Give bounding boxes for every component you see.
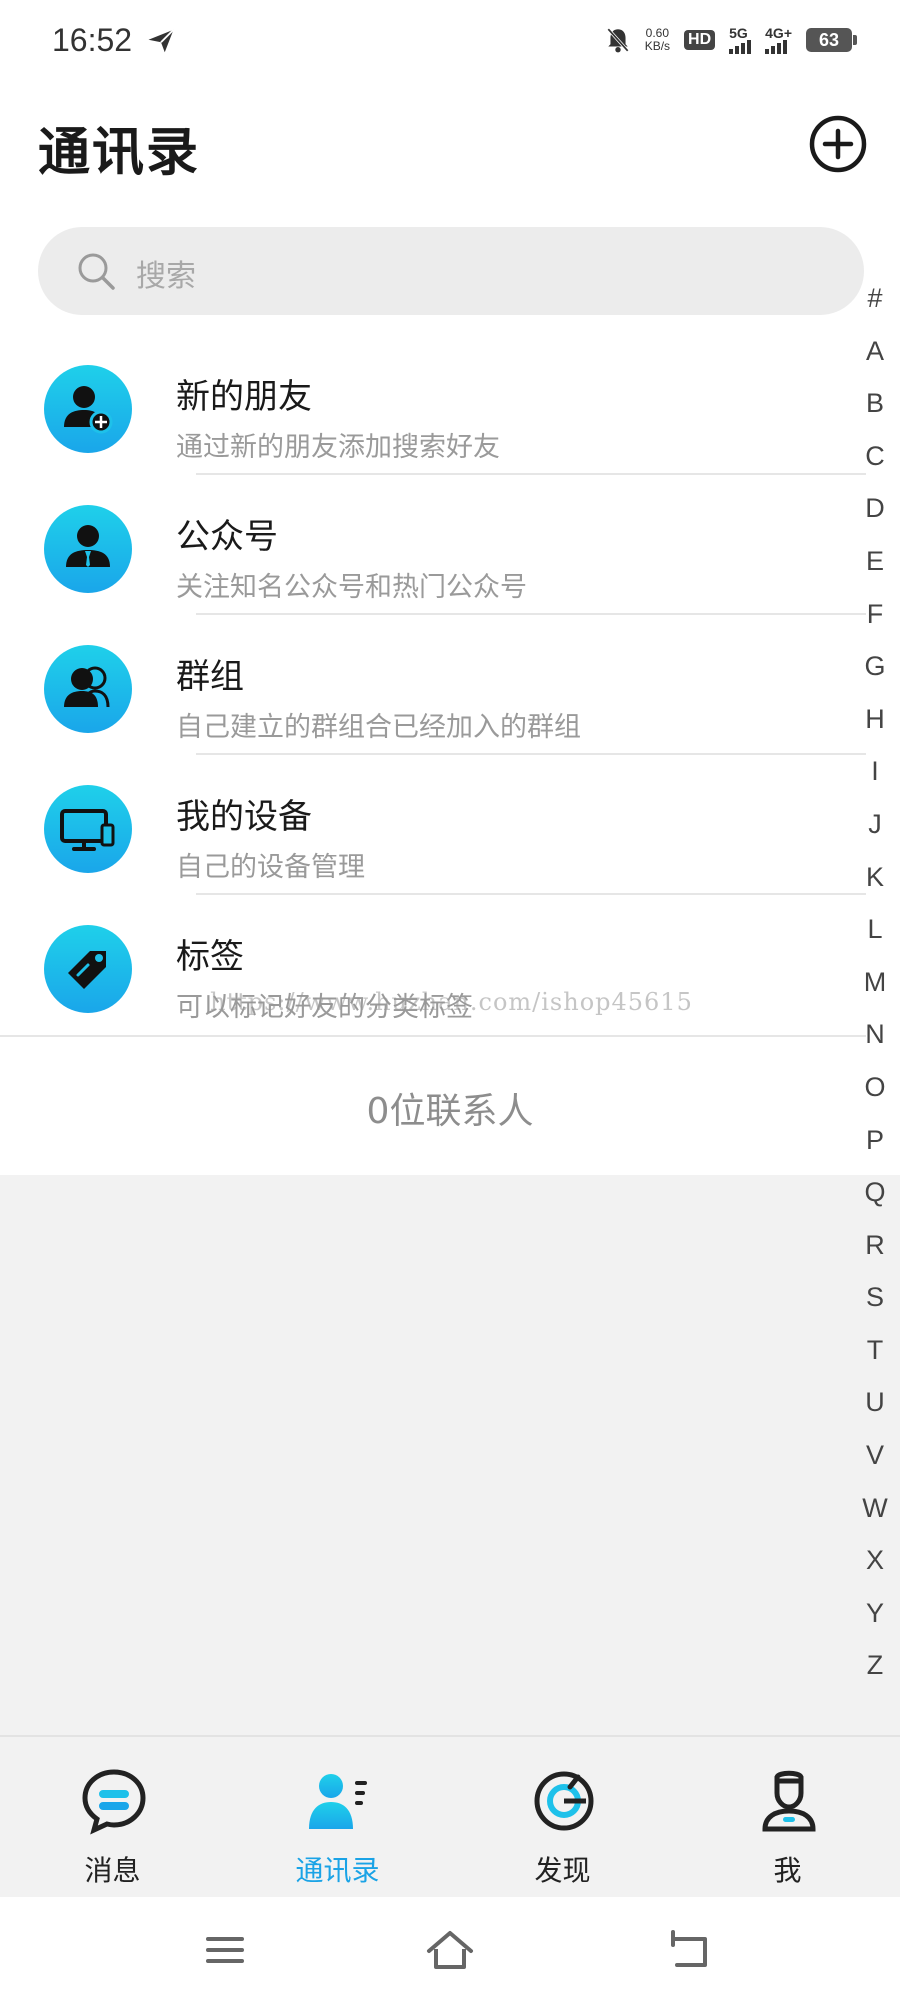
back-icon[interactable] — [665, 1927, 715, 1973]
status-bar: 16:52 0.60 KB/s HD 5G 4G+ 63 — [0, 0, 900, 80]
alpha-letter-h[interactable]: H — [858, 699, 892, 752]
network-speed: 0.60 KB/s — [645, 27, 670, 53]
tab-messages[interactable]: 消息 — [0, 1737, 225, 1897]
hd-badge: HD — [684, 30, 716, 50]
alpha-letter-f[interactable]: F — [858, 594, 892, 647]
alpha-letter-z[interactable]: Z — [858, 1645, 892, 1698]
battery-indicator: 63 — [806, 28, 857, 52]
alpha-letter-w[interactable]: W — [858, 1488, 892, 1541]
alpha-letter-o[interactable]: O — [858, 1067, 892, 1120]
search-icon — [78, 253, 115, 290]
menu-item-new-friends[interactable]: 新的朋友 通过新的朋友添加搜索好友 — [0, 335, 866, 475]
alpha-letter-k[interactable]: K — [858, 857, 892, 910]
menu-item-groups[interactable]: 群组 自己建立的群组合已经加入的群组 — [0, 615, 866, 755]
alpha-letter-hash[interactable]: # — [858, 278, 892, 331]
alpha-letter-v[interactable]: V — [858, 1435, 892, 1488]
official-account-icon — [44, 505, 132, 593]
page-title: 通讯录 — [38, 123, 201, 183]
alpha-letter-c[interactable]: C — [858, 436, 892, 489]
signal-4g-label: 4G+ — [765, 25, 792, 41]
tab-label: 发现 — [534, 1854, 591, 1887]
chat-icon — [82, 1769, 146, 1835]
alpha-letter-s[interactable]: S — [858, 1277, 892, 1330]
menu-item-official-accounts[interactable]: 公众号 关注知名公众号和热门公众号 — [0, 475, 866, 615]
tab-me[interactable]: 我 — [675, 1737, 900, 1897]
alpha-letter-m[interactable]: M — [858, 962, 892, 1015]
menu-item-title: 新的朋友 — [176, 377, 312, 417]
alpha-letter-i[interactable]: I — [858, 751, 892, 804]
alpha-letter-e[interactable]: E — [858, 541, 892, 594]
alpha-letter-p[interactable]: P — [858, 1120, 892, 1173]
home-icon[interactable] — [425, 1927, 475, 1973]
alphabet-index[interactable]: # A B C D E F G H I J K L M N O P Q R S … — [858, 278, 892, 1698]
group-icon — [44, 645, 132, 733]
add-user-icon — [44, 365, 132, 453]
alpha-letter-l[interactable]: L — [858, 909, 892, 962]
alpha-letter-q[interactable]: Q — [858, 1172, 892, 1225]
menu-item-title: 标签 — [176, 937, 244, 977]
network-speed-unit: KB/s — [644, 39, 671, 53]
add-button[interactable] — [808, 114, 868, 174]
status-indicators: 0.60 KB/s HD 5G 4G+ 63 — [605, 22, 857, 58]
mute-bell-icon — [606, 28, 629, 53]
contact-count: 0位联系人 — [366, 1091, 534, 1132]
alpha-letter-t[interactable]: T — [858, 1330, 892, 1383]
signal-bars-icon — [729, 40, 752, 54]
signal-4g: 4G+ — [765, 26, 792, 54]
alpha-letter-r[interactable]: R — [858, 1225, 892, 1278]
menu-icon[interactable] — [200, 1927, 250, 1973]
menu-item-my-devices[interactable]: 我的设备 自己的设备管理 — [0, 755, 866, 895]
status-time: 16:52 — [52, 22, 133, 58]
section-divider — [0, 1035, 866, 1037]
signal-5g: 5G — [729, 25, 752, 54]
discover-icon — [534, 1771, 594, 1831]
alpha-letter-d[interactable]: D — [858, 488, 892, 541]
tab-label: 通讯录 — [295, 1854, 380, 1887]
bottom-tab-bar: 消息 通讯录 发现 我 — [0, 1735, 900, 1897]
alpha-letter-j[interactable]: J — [858, 804, 892, 857]
menu-item-title: 群组 — [176, 657, 244, 697]
profile-icon — [762, 1770, 816, 1832]
menu-item-title: 我的设备 — [176, 797, 312, 837]
alpha-letter-a[interactable]: A — [858, 331, 892, 384]
menu-item-subtitle: 自己建立的群组合已经加入的群组 — [176, 712, 581, 743]
menu-item-subtitle: 关注知名公众号和热门公众号 — [176, 572, 527, 603]
tab-label: 消息 — [84, 1854, 141, 1887]
tab-label: 我 — [773, 1854, 802, 1887]
search-placeholder: 搜索 — [136, 259, 196, 294]
device-icon — [44, 785, 132, 873]
send-icon — [148, 29, 175, 53]
tab-discover[interactable]: 发现 — [450, 1737, 675, 1897]
alpha-letter-b[interactable]: B — [858, 383, 892, 436]
alpha-letter-n[interactable]: N — [858, 1014, 892, 1067]
alpha-letter-x[interactable]: X — [858, 1540, 892, 1593]
signal-bars-icon — [765, 40, 788, 54]
watermark: https://www.huzhan.com/ishop45615 — [210, 988, 693, 1016]
menu-item-title: 公众号 — [176, 517, 278, 557]
tag-icon — [44, 925, 132, 1013]
search-input[interactable]: 搜索 — [38, 227, 864, 315]
alpha-letter-u[interactable]: U — [858, 1382, 892, 1435]
contacts-icon — [309, 1774, 367, 1829]
signal-5g-label: 5G — [729, 25, 748, 41]
system-nav-bar — [0, 1897, 900, 2003]
alpha-letter-y[interactable]: Y — [858, 1593, 892, 1646]
menu-item-subtitle: 自己的设备管理 — [176, 852, 365, 883]
alpha-letter-g[interactable]: G — [858, 646, 892, 699]
tab-contacts[interactable]: 通讯录 — [225, 1737, 450, 1897]
menu-item-subtitle: 通过新的朋友添加搜索好友 — [176, 432, 500, 463]
